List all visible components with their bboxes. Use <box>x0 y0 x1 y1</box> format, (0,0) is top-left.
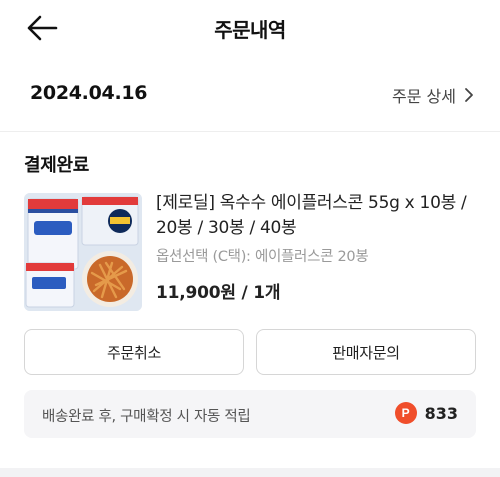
reward-points: P 833 <box>394 402 458 424</box>
order-date: 2024.04.16 <box>30 82 148 104</box>
reward-points-value: 833 <box>424 403 458 423</box>
divider <box>0 131 500 132</box>
product-image <box>24 193 142 311</box>
reward-info-box: 배송완료 후, 구매확정 시 자동 적립 P 833 <box>24 390 476 438</box>
header: 주문내역 <box>0 0 500 56</box>
order-header: 2024.04.16 주문 상세 <box>30 80 474 108</box>
product-price: 11,900원 / 1개 <box>156 283 281 303</box>
point-icon: P <box>394 402 417 424</box>
product-item: [제로딜] 옥수수 에이플러스콘 55g x 10봉 / 20봉 / 30봉 /… <box>24 191 476 313</box>
order-detail-link[interactable]: 주문 상세 <box>392 83 474 107</box>
product-info: [제로딜] 옥수수 에이플러스콘 55g x 10봉 / 20봉 / 30봉 /… <box>156 191 476 303</box>
product-option: 옵션선택 (C택): 에이플러스콘 20봉 <box>156 249 369 265</box>
product-thumbnail[interactable] <box>24 193 142 311</box>
section-divider <box>0 468 500 477</box>
order-detail-label: 주문 상세 <box>392 87 456 106</box>
order-status: 결제완료 <box>24 155 90 176</box>
seller-inquiry-button[interactable]: 판매자문의 <box>256 329 476 375</box>
product-name[interactable]: [제로딜] 옥수수 에이플러스콘 55g x 10봉 / 20봉 / 30봉 /… <box>156 191 476 241</box>
reward-text: 배송완료 후, 구매확정 시 자동 적립 <box>42 409 251 425</box>
chevron-right-icon <box>465 88 473 102</box>
page-title: 주문내역 <box>214 18 286 42</box>
cancel-order-button[interactable]: 주문취소 <box>24 329 244 375</box>
